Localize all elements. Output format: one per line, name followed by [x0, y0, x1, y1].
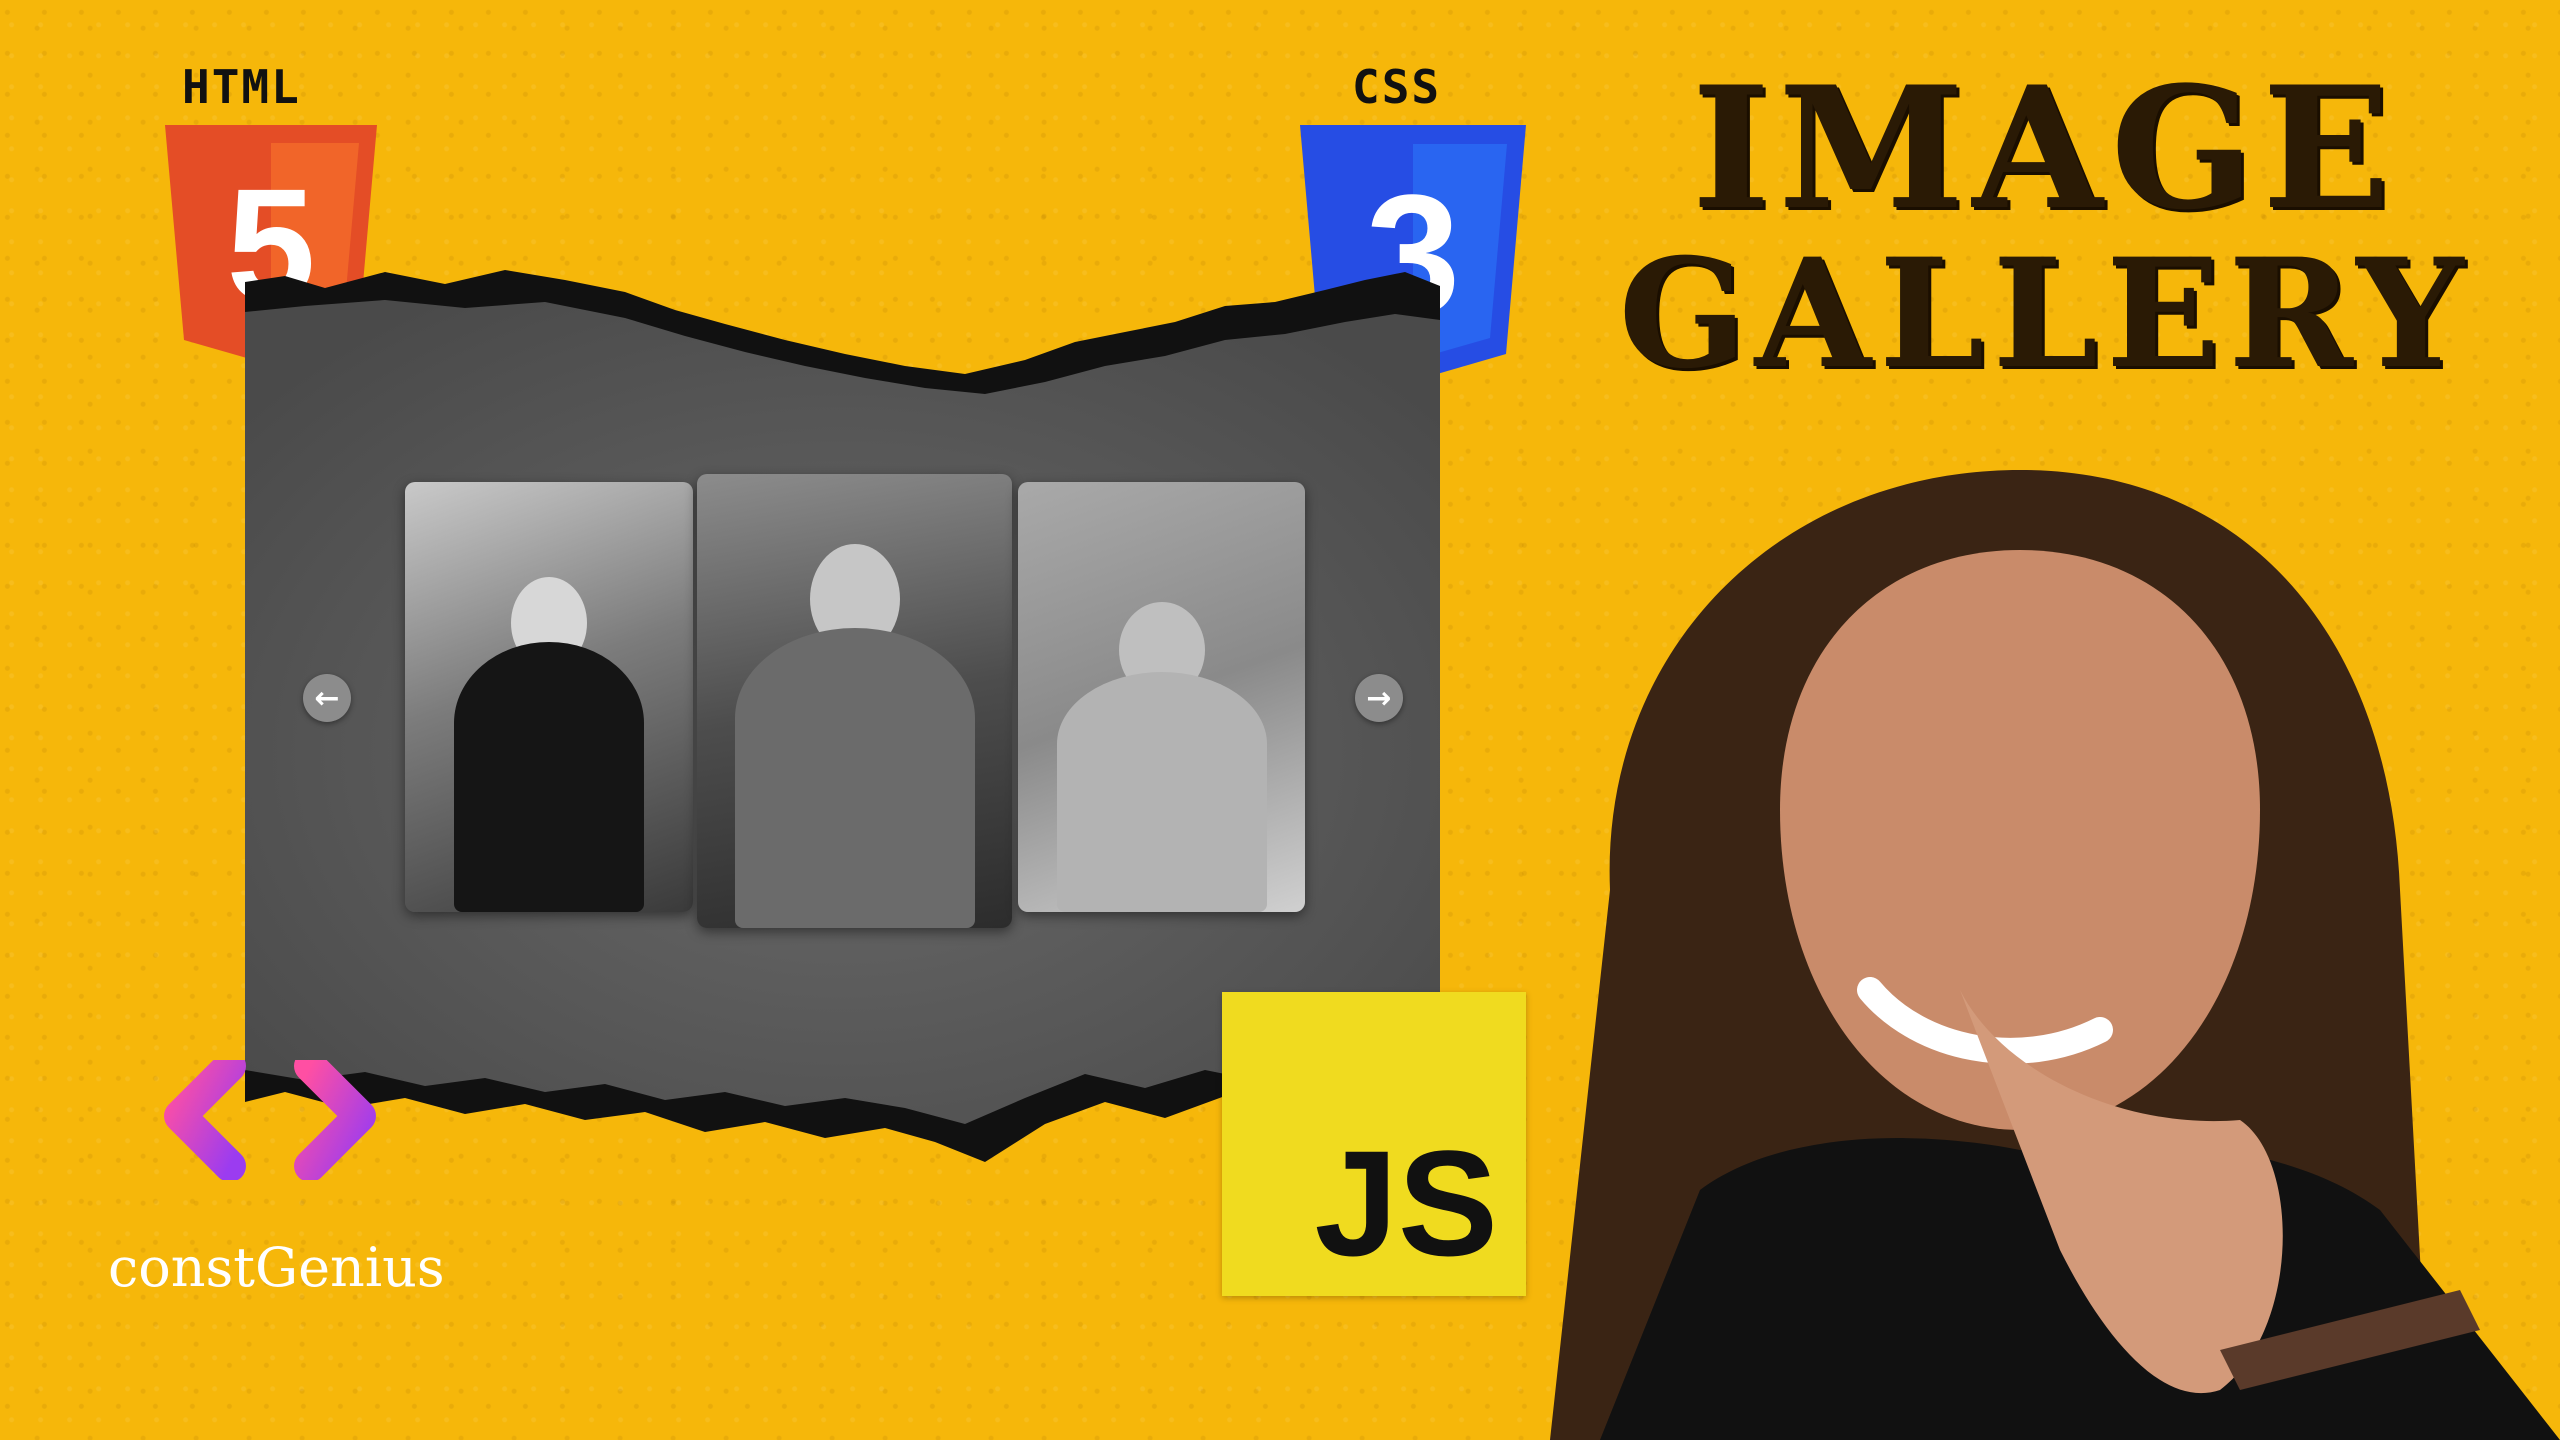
title-line-1: IMAGE — [1691, 49, 2399, 247]
html-label: HTML — [182, 60, 301, 114]
page-title: IMAGE GALLERY — [1570, 60, 2520, 394]
next-arrow-icon[interactable]: → — [1355, 674, 1403, 722]
brand-name: constGenius — [108, 1236, 445, 1299]
prev-arrow-icon[interactable]: ← — [303, 674, 351, 722]
title-line-2: GALLERY — [1618, 226, 2472, 403]
gallery-image-1[interactable] — [405, 482, 693, 912]
gallery-image-2[interactable] — [697, 474, 1012, 928]
brand-logo-icon — [164, 1060, 376, 1180]
css-label: CSS — [1352, 60, 1442, 114]
gallery-image-3[interactable] — [1018, 482, 1305, 912]
person-photo — [1550, 470, 2560, 1440]
